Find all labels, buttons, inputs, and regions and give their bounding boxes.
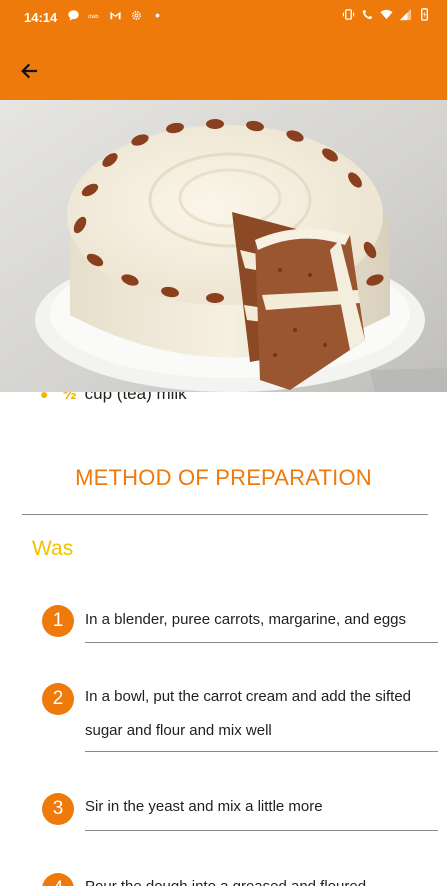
step-divider bbox=[85, 642, 438, 643]
svg-text:dab: dab bbox=[88, 14, 99, 20]
ingredient-text: cup (tea) milk bbox=[84, 392, 187, 403]
step-divider bbox=[85, 830, 438, 831]
step-number-badge: 2 bbox=[42, 683, 74, 715]
step-text: Pour the dough into a greased and floure… bbox=[85, 870, 437, 886]
step-text: In a blender, puree carrots, margarine, … bbox=[85, 611, 407, 628]
chat-bubble-icon bbox=[68, 10, 79, 21]
step-number-badge: 1 bbox=[42, 605, 74, 637]
step-number-badge: 4 bbox=[42, 873, 74, 886]
arrow-left-icon bbox=[21, 63, 38, 79]
method-subsection-title: Was bbox=[32, 537, 74, 560]
ingredient-item: ● ½ cup (tea) milk bbox=[40, 392, 187, 404]
step-text: In a bowl, put the carrot cream and add … bbox=[85, 688, 412, 739]
step-text: Sir in the yeast and mix a little more bbox=[85, 798, 323, 815]
ingredient-quantity: ½ bbox=[62, 392, 77, 403]
notification-icons: dab bbox=[67, 9, 164, 22]
bullet-icon: ● bbox=[40, 392, 49, 402]
dab-app-icon: dab bbox=[88, 14, 99, 20]
carrot-cake-illustration bbox=[0, 100, 447, 392]
recipe-screen: 14:14 dab ● ½ cup (tea) milk METHOD OF P… bbox=[0, 0, 447, 886]
volte-call-icon bbox=[362, 9, 373, 20]
status-time: 14:14 bbox=[24, 10, 58, 25]
wifi-icon bbox=[380, 9, 393, 20]
signal-icon bbox=[399, 8, 412, 21]
back-button[interactable] bbox=[14, 56, 44, 86]
settings-gear-icon bbox=[132, 11, 141, 20]
recipe-hero-image bbox=[0, 100, 447, 392]
section-divider bbox=[22, 514, 428, 515]
battery-icon bbox=[421, 8, 428, 21]
method-section-title: METHOD OF PREPARATION bbox=[75, 465, 372, 490]
system-icons bbox=[342, 8, 431, 21]
status-bar: 14:14 dab bbox=[0, 0, 447, 36]
more-notifications-dot-icon bbox=[155, 13, 160, 18]
recipe-content: ● ½ cup (tea) milk METHOD OF PREPARATION W… bbox=[0, 392, 447, 886]
vibrate-icon bbox=[342, 9, 355, 20]
step-number-badge: 3 bbox=[42, 793, 74, 825]
step-divider bbox=[85, 751, 438, 752]
gmail-icon bbox=[110, 11, 121, 20]
app-bar bbox=[0, 36, 447, 100]
